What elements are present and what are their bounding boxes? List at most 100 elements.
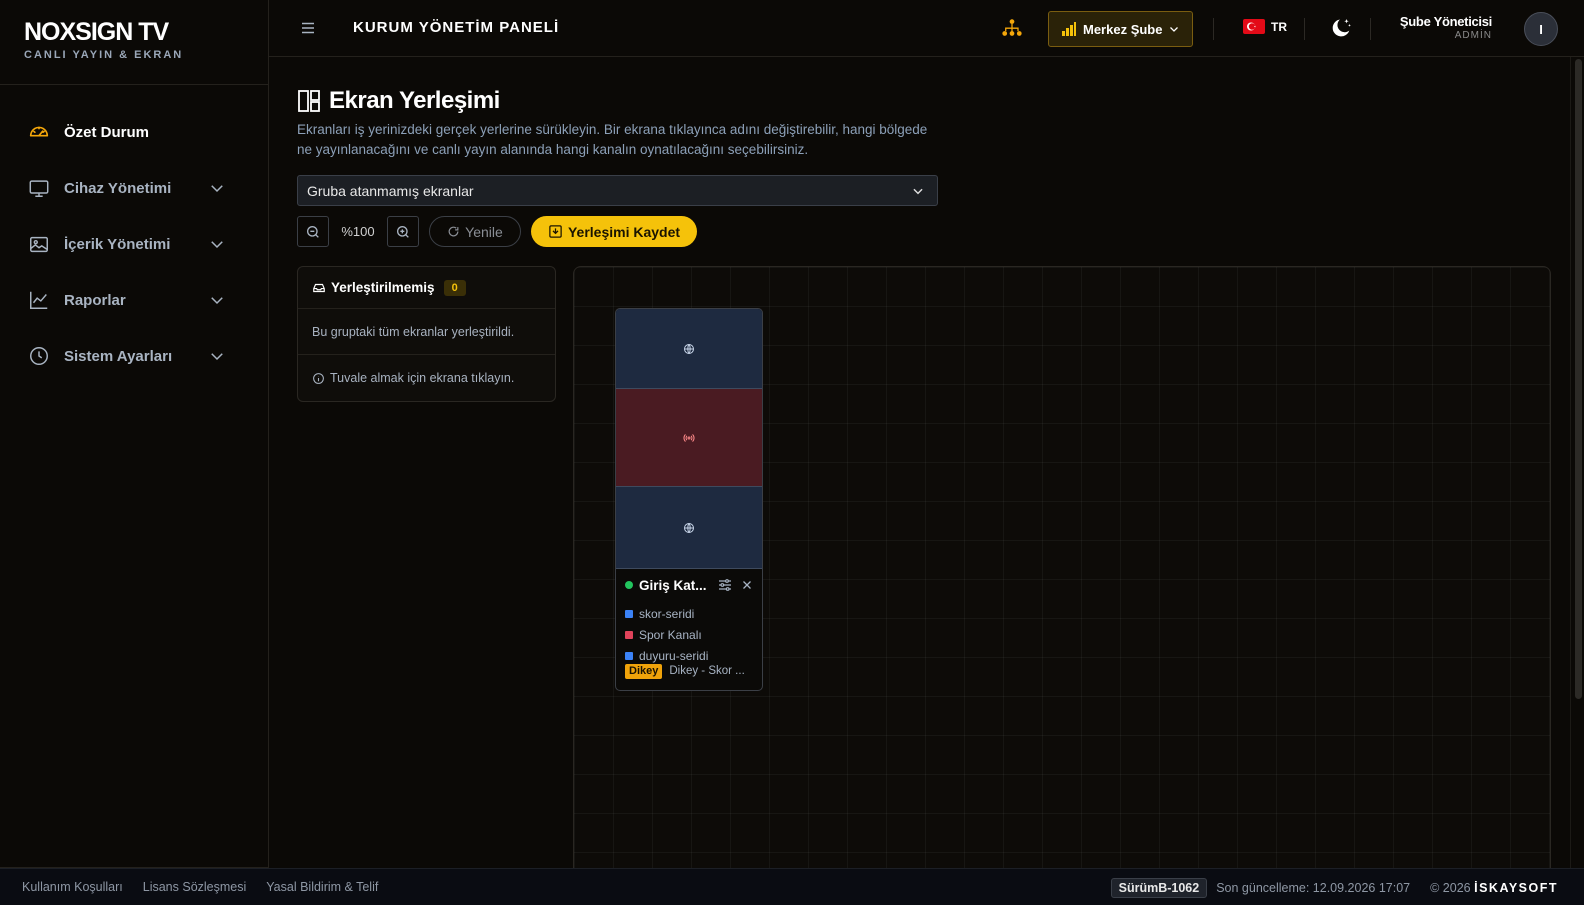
monitor-icon [28,177,50,199]
globe-icon [684,522,694,533]
org-chart-icon[interactable] [1001,18,1023,38]
brand-title: NOXSIGN TV [24,18,169,46]
screen-footer: Dikey Dikey - Skor ... [625,663,753,679]
page-scrollbar[interactable] [1570,57,1584,868]
refresh-label: Yenile [465,223,503,240]
unplaced-panel: Yerleştirilmemiş 0 Bu gruptaki tüm ekran… [297,266,556,402]
turkey-flag-icon [1243,19,1265,34]
sidebar: NOXSIGN TV CANLI YAYIN & EKRAN Özet Duru… [0,0,269,868]
footer-link-terms[interactable]: Kullanım Koşulları [22,880,123,894]
signal-bars-icon [1062,22,1076,36]
topbar: KURUM YÖNETİM PANELİ Merkez Şube TR Şube… [269,0,1584,57]
unplaced-message: Bu gruptaki tüm ekranlar yerleştirildi. [298,309,555,355]
zone-web[interactable] [616,309,762,389]
close-icon[interactable] [741,579,753,591]
divider [1370,18,1371,40]
page-title: Ekran Yerleşimi [297,87,500,115]
page-title-text: Ekran Yerleşimi [329,87,500,114]
copyright: © 2026 İSKAYSOFT [1430,881,1558,895]
sidebar-item-label: Cihaz Yönetimi [64,179,172,197]
chevron-down-icon [913,188,923,195]
sidebar-item-label: Raporlar [64,291,126,309]
sidebar-item-label: Özet Durum [64,123,150,141]
unplaced-title: Yerleştirilmemiş [331,280,435,295]
divider [1304,18,1305,40]
copyright-prefix: © 2026 [1430,880,1471,895]
chevron-down-icon[interactable] [208,179,226,197]
broadcast-icon [683,433,695,442]
zoom-out-button[interactable] [297,216,329,247]
screen-header: Giriş Kat... [625,569,753,601]
divider [1213,18,1214,40]
user-role: ADMİN [1454,30,1492,41]
inbox-icon [313,283,325,292]
sidebar-item-raporlar[interactable]: Raporlar [0,272,268,328]
zone-live[interactable] [616,389,762,487]
screen-name[interactable]: Giriş Kat... [639,578,713,593]
user-info[interactable]: Şube Yöneticisi ADMİN [1400,14,1492,41]
footer-meta: SürümB-1062 Son güncelleme: 12.09.2026 1… [1110,869,1558,905]
footer: Kullanım Koşulları Lisans Sözleşmesi Yas… [0,868,1584,905]
brand-logo[interactable]: NOXSIGN TV CANLI YAYIN & EKRAN [24,18,183,61]
group-select-value: Gruba atanmamış ekranlar [307,182,474,199]
footer-link-license[interactable]: Lisans Sözleşmesi [143,880,247,894]
sidebar-item-label: Sistem Ayarları [64,347,173,365]
layout-grid-icon [298,90,320,112]
branch-selector[interactable]: Merkez Şube [1048,11,1193,47]
refresh-icon [448,226,459,237]
unplaced-hint: Tuvale almak için ekrana tıklayın. [298,355,555,401]
brand-divider [0,84,268,85]
zoom-in-button[interactable] [387,216,419,247]
sidebar-item-sistem-ayarlari[interactable]: Sistem Ayarları [0,328,268,384]
chevron-down-icon[interactable] [208,347,226,365]
zoom-out-icon [307,225,319,238]
layout-toolbar: %100 Yenile Yerleşimi Kaydet [297,216,697,247]
save-layout-button[interactable]: Yerleşimi Kaydet [531,216,697,247]
clock-icon [28,345,50,367]
main-content: Ekran Yerleşimi Ekranları iş yerinizdeki… [269,57,1584,886]
zone-web[interactable] [616,487,762,569]
unplaced-header: Yerleştirilmemiş 0 [298,267,555,309]
version-badge: SürümB-1062 [1110,877,1208,898]
save-icon [549,225,562,238]
sidebar-nav: Özet Durum Cihaz Yönetimi İçerik Yönetim… [0,104,268,384]
hamburger-menu-icon[interactable] [299,19,317,37]
footer-link-legal[interactable]: Yasal Bildirim & Telif [266,880,378,894]
globe-icon [684,343,694,354]
zone-color-swatch [625,630,633,639]
sliders-icon[interactable] [717,577,733,593]
page-description: Ekranları iş yerinizdeki gerçek yerlerin… [297,122,928,157]
language-label: TR [1271,19,1287,34]
unplaced-hint-text: Tuvale almak için ekrana tıklayın. [330,371,515,385]
chart-line-icon [28,289,50,311]
avatar[interactable]: I [1524,12,1558,46]
unplaced-count-badge: 0 [443,279,466,296]
layout-name: Dikey - Skor ... [669,665,745,677]
save-label: Yerleşimi Kaydet [567,223,681,240]
zoom-level: %100 [341,224,375,239]
zone-name: Spor Kanalı [639,627,702,642]
list-item: skor-seridi [625,603,753,624]
chevron-down-icon[interactable] [208,291,226,309]
moon-stars-icon[interactable] [1329,16,1353,40]
sidebar-item-ozet-durum[interactable]: Özet Durum [0,104,268,160]
refresh-button[interactable]: Yenile [429,216,521,247]
zone-color-swatch [625,651,633,660]
sidebar-item-cihaz-yonetimi[interactable]: Cihaz Yönetimi [0,160,268,216]
group-select[interactable]: Gruba atanmamış ekranlar [297,175,938,206]
zoom-in-icon [397,225,409,238]
last-update: Son güncelleme: 12.09.2026 17:07 [1216,880,1411,895]
layout-canvas[interactable]: Giriş Kat... skor-seridi Spor Kanalı duy… [573,266,1551,886]
brand-subtitle: CANLI YAYIN & EKRAN [24,49,184,61]
company-name: İSKAYSOFT [1474,880,1558,895]
language-selector[interactable]: TR [1243,19,1287,34]
online-status-dot [625,581,633,589]
chevron-down-icon[interactable] [208,235,226,253]
sidebar-item-icerik-yonetimi[interactable]: İçerik Yönetimi [0,216,268,272]
scrollbar-thumb[interactable] [1575,59,1582,699]
images-icon [28,233,50,255]
list-item: Spor Kanalı [625,624,753,645]
gauge-icon [28,121,50,143]
screen-card[interactable]: Giriş Kat... skor-seridi Spor Kanalı duy… [615,308,763,691]
chevron-down-icon [1170,27,1179,32]
